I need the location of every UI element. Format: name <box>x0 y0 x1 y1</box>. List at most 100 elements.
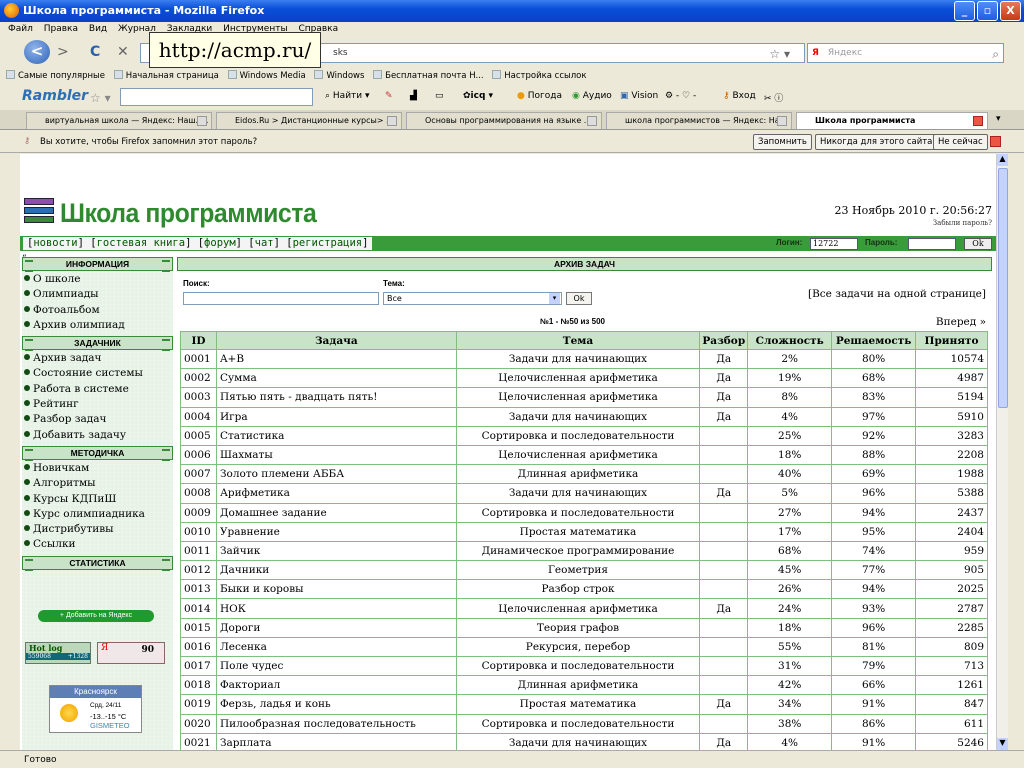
cell-task[interactable]: Арифметика <box>215 483 457 504</box>
never-button[interactable]: Никогда для этого сайта <box>815 134 938 150</box>
table-row[interactable]: 0021 Зарплата Задачи для начинающих Да 4% 91%… <box>180 732 988 750</box>
scroll-down-icon[interactable]: ▼ <box>997 738 1008 750</box>
cell-task[interactable]: A+B <box>215 348 457 370</box>
cell-task[interactable]: НОК <box>215 598 457 619</box>
cell-task[interactable]: Зайчик <box>215 540 457 562</box>
bookmark-star-icon[interactable]: ☆ ▾ <box>769 45 790 63</box>
sidebar-item-rating[interactable]: Рейтинг <box>24 397 173 412</box>
col-difficulty[interactable]: Сложность <box>747 331 833 350</box>
cell-task[interactable]: Пилообразная последовательность <box>215 713 457 734</box>
sidebar-item-distributions[interactable]: Дистрибутивы <box>24 522 173 537</box>
col-solvability[interactable]: Решаемость <box>831 331 917 350</box>
cell-task[interactable]: Пятью пять - двадцать пять! <box>215 387 457 408</box>
nav-guestbook[interactable]: гостевая книга <box>97 237 186 249</box>
topic-ok-button[interactable]: Ok <box>566 292 592 305</box>
pen-icon[interactable]: ✎ <box>385 91 393 101</box>
sidebar-item-olympiads[interactable]: Олимпиады <box>24 287 173 302</box>
table-row[interactable]: 0007 Золото племени АББА Длинная арифметик… <box>180 464 988 485</box>
bookmark-windows-media[interactable]: Windows Media <box>227 70 306 81</box>
login-button[interactable]: ⚷ Вход <box>723 91 756 101</box>
tab-acmp[interactable]: Школа программиста <box>796 112 988 129</box>
table-row[interactable]: 0008 Арифметика Задачи для начинающих Да 5% 9… <box>180 483 988 504</box>
table-row[interactable]: 0017 Поле чудес Сортировка и последователь… <box>180 655 988 677</box>
sidebar-item-add-task[interactable]: Добавить задачу <box>24 428 173 443</box>
tab-yandex-school[interactable]: школа программистов — Яндекс: На... <box>606 112 792 129</box>
cell-task[interactable]: Дачники <box>215 560 457 581</box>
star-icon[interactable]: ☆ ▾ <box>90 91 111 105</box>
sidebar-item-photos[interactable]: Фотоальбом <box>24 303 173 318</box>
nav-news[interactable]: новости <box>33 237 77 249</box>
bookmark-windows[interactable]: Windows <box>314 70 364 81</box>
rambler-logo[interactable]: Rambler <box>22 88 88 104</box>
cell-task[interactable]: Шахматы <box>215 444 457 466</box>
sidebar-item-system-status[interactable]: Состояние системы <box>24 366 173 381</box>
sidebar-item-beginners[interactable]: Новичкам <box>24 461 173 476</box>
table-row[interactable]: 0019 Ферзь, ладья и конь Простая математик… <box>180 694 988 715</box>
tab-eidos[interactable]: Eidos.Ru > Дистанционные курсы> ... <box>216 112 402 129</box>
cell-task[interactable]: Золото племени АББА <box>215 464 457 485</box>
vision-button[interactable]: ▣ Vision <box>620 91 658 101</box>
yandex-counter[interactable]: Я 90 <box>97 642 165 664</box>
task-search-input[interactable] <box>183 292 379 305</box>
table-row[interactable]: 0010 Уравнение Простая математика 17% 95% 240… <box>180 521 988 542</box>
table-row[interactable]: 0005 Статистика Сортировка и последователь… <box>180 425 988 446</box>
close-window-button[interactable]: X <box>1000 1 1021 21</box>
col-task[interactable]: Задача <box>215 331 457 350</box>
table-row[interactable]: 0018 Факториал Длинная арифметика 42% 66% 126… <box>180 675 988 696</box>
forward-button[interactable]: > <box>57 44 69 60</box>
table-row[interactable]: 0011 Зайчик Динамическое программирование 6… <box>180 540 988 562</box>
col-accepted[interactable]: Принято <box>915 331 988 350</box>
next-page-link[interactable]: Вперед » <box>936 316 986 328</box>
table-row[interactable]: 0002 Сумма Целочисленная арифметика Да 19% 68… <box>180 368 988 389</box>
rambler-find-button[interactable]: ⌕ Найти ▾ <box>325 91 370 101</box>
sidebar-item-olympiad-course[interactable]: Курс олимпиадника <box>24 507 173 522</box>
cell-task[interactable]: Быки и коровы <box>215 579 457 600</box>
nav-register[interactable]: регистрация <box>293 237 363 249</box>
col-id[interactable]: ID <box>180 331 217 350</box>
sidebar-item-working[interactable]: Работа в системе <box>24 382 173 397</box>
minimize-button[interactable]: _ <box>954 1 975 21</box>
all-tasks-link[interactable]: [Все задачи на одной странице] <box>808 288 986 300</box>
maximize-button[interactable]: ▫ <box>977 1 998 21</box>
nav-chat[interactable]: чат <box>255 237 274 249</box>
nav-forum[interactable]: форум <box>204 237 236 249</box>
reload-button[interactable]: C <box>90 44 100 60</box>
sidebar-item-olympiad-archive[interactable]: Архив олимпиад <box>24 318 173 333</box>
settings-icon[interactable]: ✂ ⓘ <box>764 91 783 104</box>
table-row[interactable]: 0020 Пилообразная последовательность Сорти… <box>180 713 988 734</box>
menu-edit[interactable]: Правка <box>44 24 78 34</box>
search-icon[interactable]: ⌕ <box>992 45 999 63</box>
sidebar-item-task-archive[interactable]: Архив задач <box>24 351 173 366</box>
table-row[interactable]: 0012 Дачники Геометрия 45% 77% 905 <box>180 560 988 581</box>
close-tab-icon[interactable] <box>973 116 983 126</box>
table-row[interactable]: 0006 Шахматы Целочисленная арифметика 18% 88… <box>180 444 988 466</box>
site-title[interactable]: Школа программиста <box>60 198 317 229</box>
password-input[interactable] <box>908 238 956 250</box>
sidebar-item-algorithms[interactable]: Алгоритмы <box>24 476 173 491</box>
table-row[interactable]: 0009 Домашнее задание Сортировка и последо… <box>180 502 988 523</box>
cell-task[interactable]: Лесенка <box>215 636 457 658</box>
hotlog-counter[interactable]: Hot log 559068 +1328 <box>25 642 91 664</box>
login-input[interactable]: 12722 <box>810 238 858 250</box>
sidebar-item-links[interactable]: Ссылки <box>24 537 173 552</box>
cell-task[interactable]: Дороги <box>215 617 457 638</box>
icq-button[interactable]: ✿icq ▾ <box>463 91 493 101</box>
cell-task[interactable]: Сумма <box>215 368 457 389</box>
scroll-up-icon[interactable]: ▲ <box>997 154 1008 166</box>
cell-task[interactable]: Статистика <box>215 425 457 446</box>
cell-task[interactable]: Зарплата <box>215 732 457 750</box>
cell-task[interactable]: Домашнее задание <box>215 502 457 523</box>
sidebar-item-about[interactable]: О школе <box>24 272 173 287</box>
close-tab-icon[interactable] <box>777 116 787 126</box>
menu-file[interactable]: Файл <box>8 24 33 34</box>
cell-task[interactable]: Уравнение <box>215 521 457 542</box>
topic-select[interactable]: Все ▾ <box>383 292 562 305</box>
tab-list-icon[interactable]: ▾ <box>996 114 1001 124</box>
table-row[interactable]: 0003 Пятью пять - двадцать пять! Целочисле… <box>180 387 988 408</box>
sidebar-item-courses[interactable]: Курсы КДПиШ <box>24 492 173 507</box>
bookmark-popular[interactable]: Самые популярные <box>6 70 105 81</box>
tools-dropdown[interactable]: ⚙ - ♡ - <box>665 91 696 101</box>
table-row[interactable]: 0015 Дороги Теория графов 18% 96% 2285 <box>180 617 988 638</box>
forgot-password-link[interactable]: Забыли пароль? <box>933 219 992 227</box>
rambler-search-input[interactable] <box>120 88 313 106</box>
